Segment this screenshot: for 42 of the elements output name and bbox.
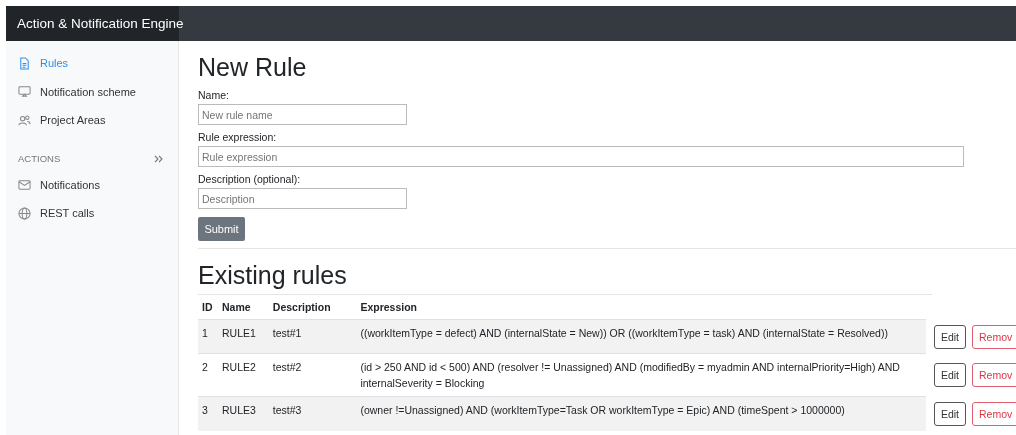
remove-button[interactable]: Remov <box>972 401 1016 426</box>
table-cell: 1 <box>202 327 208 339</box>
monitor-icon <box>18 85 31 99</box>
field-label: Rule expression: <box>198 131 278 143</box>
edit-button[interactable]: Edit <box>933 363 966 387</box>
table-cell: RULE1 <box>221 327 256 339</box>
table-cell: 2 <box>202 361 208 373</box>
column-header: Name <box>221 301 251 313</box>
double-chevron-icon[interactable] <box>154 154 163 163</box>
column-header: ID <box>202 301 213 313</box>
edit-button[interactable]: Edit <box>933 324 966 349</box>
sidebar-item[interactable]: REST calls <box>6 199 178 228</box>
document-icon <box>18 56 31 70</box>
remove-button[interactable]: Remov <box>972 324 1016 349</box>
sidebar-item[interactable]: Project Areas <box>6 106 178 135</box>
column-header: Expression <box>360 301 417 313</box>
form-heading: New Rule <box>198 53 308 82</box>
field-label: Name: <box>198 89 230 101</box>
table-cell: ((workItemType = defect) AND (internalState = New)) OR ((workItemType = task) AND (internalState = Resolved)) <box>360 327 888 339</box>
envelope-icon <box>18 178 31 192</box>
table-cell: (owner !=Unassigned) AND (workItemType=Task OR workItemType = Epic) AND (timeSpent > 1000000) <box>360 404 845 416</box>
input-field[interactable]: New rule name <box>198 104 407 125</box>
sidebar-item[interactable]: Notifications <box>6 170 178 199</box>
field-label: Description (optional): <box>198 173 302 185</box>
globe-icon <box>18 206 31 220</box>
table-cell: RULE2 <box>221 361 256 373</box>
table-cell: RULE3 <box>221 404 256 416</box>
table-cell: 3 <box>202 404 208 416</box>
column-header: Description <box>272 301 331 313</box>
table-cell: (id > 250 AND id < 500) AND (resolver != Unassigned) AND (modifiedBy = myadmin AND internalPriority=High) AND internalSeverity = Blocking <box>360 361 900 389</box>
people-icon <box>18 113 31 127</box>
input-field[interactable]: Rule expression <box>198 146 964 167</box>
section-heading: ACTIONS <box>18 153 61 164</box>
remove-button[interactable]: Remov <box>972 363 1016 387</box>
table-heading: Existing rules <box>198 261 932 295</box>
submit-button[interactable]: Submit <box>198 217 245 241</box>
input-field[interactable]: Description <box>198 188 407 209</box>
table-cell: test#3 <box>272 404 302 416</box>
table-cell: test#1 <box>272 327 302 339</box>
sidebar-item[interactable]: Notification scheme <box>6 77 178 106</box>
edit-button[interactable]: Edit <box>933 401 966 426</box>
table-cell: test#2 <box>272 361 302 373</box>
